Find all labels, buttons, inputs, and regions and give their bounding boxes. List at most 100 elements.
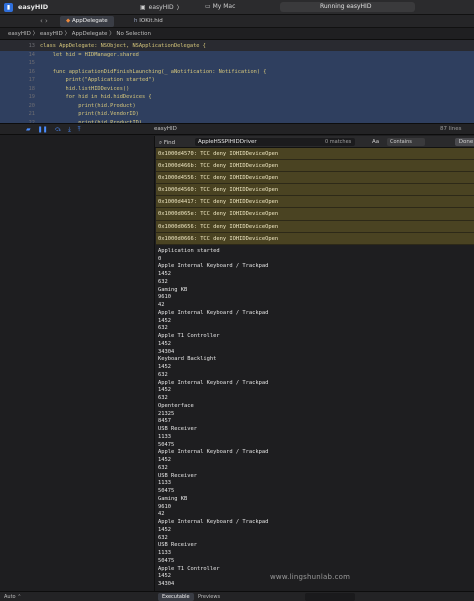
xcode-app-icon: ▮ xyxy=(4,2,13,12)
console-line: 50475 xyxy=(158,441,175,448)
code-line[interactable]: 16 func applicationDidFinishLaunching(_ … xyxy=(0,67,474,76)
executable-tab[interactable]: Executable xyxy=(158,593,194,601)
console-line: 1452 xyxy=(158,387,171,394)
console-line: Apple Internal Keyboard / Trackpad xyxy=(158,309,269,316)
console-warning-line: 0x1000d4556: TCC deny IOHIDDeviceOpen xyxy=(156,172,474,185)
line-number: 17 xyxy=(28,77,35,83)
console-line: 632 xyxy=(158,395,168,401)
pause-icon[interactable]: ❚❚ xyxy=(38,124,48,135)
console-line: 632 xyxy=(158,534,168,541)
console-line: Apple T1 Controller xyxy=(158,333,220,339)
editor-tab-bar: ‹ › ◆ AppDelegate h IOKit.hid xyxy=(0,15,474,28)
line-number: 20 xyxy=(28,102,35,109)
destination-selector[interactable]: ▭ My Mac xyxy=(205,3,235,10)
contains-dropdown[interactable]: Contains xyxy=(387,138,425,146)
console-line: 1452 xyxy=(158,340,171,347)
search-icon: ⌕ xyxy=(159,140,163,146)
console-output[interactable]: 0x1000d4570: TCC deny IOHIDDeviceOpen 0x1… xyxy=(156,148,474,591)
console-line: USB Receiver xyxy=(158,426,197,432)
console-line: 21325 xyxy=(158,410,175,417)
activity-status: Running easyHID xyxy=(280,2,415,12)
line-number: 18 xyxy=(28,85,35,92)
variables-pane[interactable] xyxy=(0,136,155,591)
code-text: let hid = HIDManager.shared xyxy=(40,51,139,58)
code-text: print(hid.VendorID) xyxy=(40,111,139,117)
code-editor[interactable]: 13 class AppDelegate: NSObject, NSApplica… xyxy=(0,40,474,127)
line-number: 21 xyxy=(28,111,35,117)
console-line: 1452 xyxy=(158,317,171,324)
jump-bar-path: easyHID 〉 easyHID 〉 AppDelegate 〉 No Sel… xyxy=(8,31,151,37)
console-warning-line: 0x1000d065e: TCC deny IOHIDDeviceOpen xyxy=(156,208,474,221)
console-warning-line: 0x1000d0656: TCC deny IOHIDDeviceOpen xyxy=(156,220,474,233)
scheme-label: easyHID xyxy=(148,4,174,11)
console-warning-line: 0x1000d4417: TCC deny IOHIDDeviceOpen xyxy=(156,196,474,209)
console-line: 1452 xyxy=(158,271,171,277)
console-line: 632 xyxy=(158,325,168,332)
app-name: easyHID xyxy=(18,3,49,11)
code-text: print(hid.Product) xyxy=(40,102,136,109)
variables-view-selector[interactable]: Auto ⌃ xyxy=(4,592,21,601)
console-warning-line: 0x1000d4570: TCC deny IOHIDDeviceOpen xyxy=(156,148,474,161)
line-count: 87 lines xyxy=(440,126,462,132)
code-line[interactable]: 13 class AppDelegate: NSObject, NSApplica… xyxy=(0,42,474,51)
previews-tab[interactable]: Previews xyxy=(198,592,220,601)
console-line: Keyboard Backlight xyxy=(158,356,217,363)
find-mode-label: Find xyxy=(163,140,176,146)
console-line: 1452 xyxy=(158,526,171,533)
line-number: 15 xyxy=(28,60,35,66)
tab-label: IOKit.hid xyxy=(139,18,163,24)
status-bar: Auto ⌃ Executable Previews xyxy=(0,591,474,601)
title-bar: ▮ easyHID ▣ easyHID 〉 ▭ My Mac Running e… xyxy=(0,0,474,15)
code-line[interactable]: 20 print(hid.Product) xyxy=(0,101,474,110)
console-line: USB Receiver xyxy=(158,472,197,479)
step-over-icon[interactable]: ⤼ xyxy=(55,124,61,135)
console-line: Application started xyxy=(158,247,220,254)
code-line[interactable]: 19 for hid in hid.hidDevices { xyxy=(0,93,474,102)
breakpoints-icon[interactable]: ▰ xyxy=(26,124,31,135)
match-count: 0 matches xyxy=(325,139,352,145)
console-line: 9610 xyxy=(158,294,171,301)
debug-bar: ▰ ❚❚ ⤼ ⤓ ⤒ easyHID 87 lines xyxy=(0,123,474,135)
match-case-toggle[interactable]: Aa xyxy=(372,136,379,148)
jump-bar[interactable]: easyHID 〉 easyHID 〉 AppDelegate 〉 No Sel… xyxy=(0,28,474,40)
done-button[interactable]: Done xyxy=(455,138,474,146)
code-line[interactable]: 18 hid.listHIDDevices() xyxy=(0,84,474,93)
console-line: 50475 xyxy=(158,488,175,494)
line-number: 14 xyxy=(28,51,35,58)
code-text: print("Application started") xyxy=(40,77,155,83)
scheme-selector[interactable]: ▣ easyHID 〉 xyxy=(140,3,183,12)
step-out-icon[interactable]: ⤒ xyxy=(78,124,81,135)
console-line: 1133 xyxy=(158,550,171,556)
line-number: 13 xyxy=(28,43,35,49)
console-line: 50475 xyxy=(158,557,175,564)
console-line: 1133 xyxy=(158,480,171,487)
debug-target: easyHID xyxy=(154,126,177,132)
console-line: Apple Internal Keyboard / Trackpad xyxy=(158,263,269,270)
console-line: Gaming KB xyxy=(158,495,188,502)
code-line[interactable]: 21 print(hid.VendorID) xyxy=(0,110,474,119)
line-number: 16 xyxy=(28,68,35,75)
console-warning-line: 0x1000d4560: TCC deny IOHIDDeviceOpen xyxy=(156,184,474,197)
console-line: Apple Internal Keyboard / Trackpad xyxy=(158,379,269,386)
console-line: 9610 xyxy=(158,503,171,510)
console-line: 632 xyxy=(158,464,168,471)
tab-appdelegate[interactable]: ◆ AppDelegate xyxy=(60,16,114,27)
console-line: 1133 xyxy=(158,433,171,440)
console-warning-line: 0x1000d466b: TCC deny IOHIDDeviceOpen xyxy=(156,160,474,173)
destination-label: My Mac xyxy=(212,3,236,10)
console-filter-input[interactable] xyxy=(305,593,355,601)
console-line: 0 xyxy=(158,255,162,262)
step-in-icon[interactable]: ⤓ xyxy=(68,124,71,135)
code-line[interactable]: 14 let hid = HIDManager.shared xyxy=(0,50,474,59)
watermark: www.lingshunlab.com xyxy=(270,573,351,581)
nav-back-forward-icon[interactable]: ‹ › xyxy=(40,17,48,25)
console-line: Openterface xyxy=(158,402,194,409)
tab-iokit-hid[interactable]: h IOKit.hid xyxy=(128,16,169,27)
console-line: 8457 xyxy=(158,418,171,425)
code-line[interactable]: 15 xyxy=(0,59,474,68)
code-line[interactable]: 17 print("Application started") xyxy=(0,76,474,85)
console-line: 42 xyxy=(158,302,165,308)
debug-controls: ▰ ❚❚ ⤼ ⤓ ⤒ xyxy=(26,124,80,135)
console-line: Apple Internal Keyboard / Trackpad xyxy=(158,449,269,456)
console-line: Apple Internal Keyboard / Trackpad xyxy=(158,519,269,525)
